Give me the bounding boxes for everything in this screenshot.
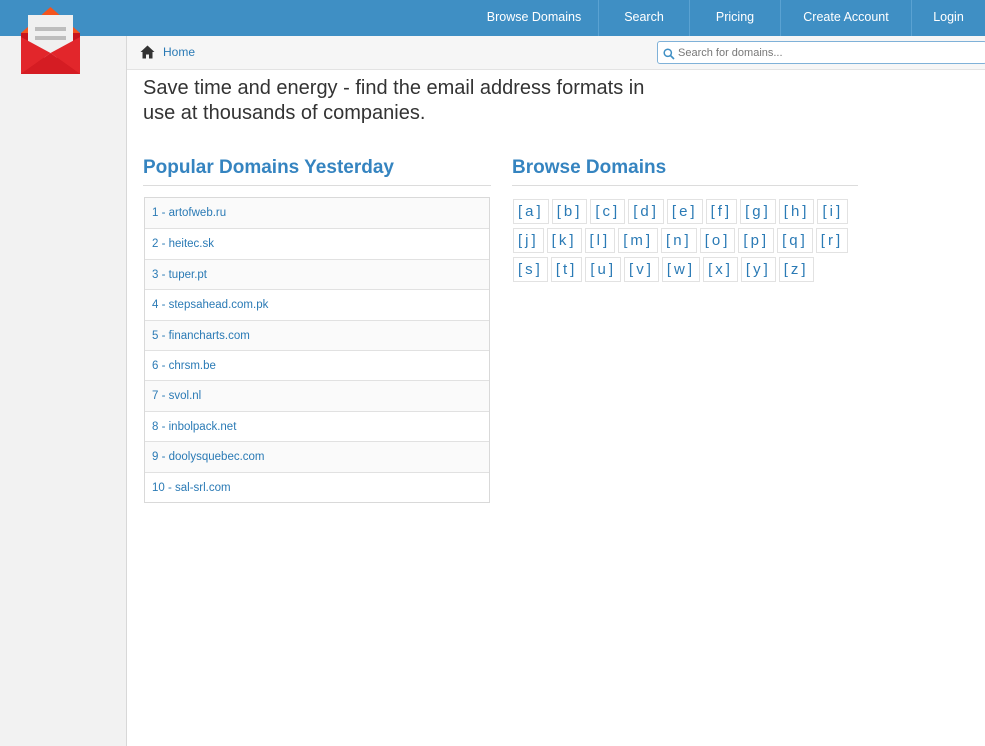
letter-link-c[interactable]: [c] [590,199,626,224]
letter-row: [s] [t] [u] [v] [w] [x] [y] [z] [513,257,853,282]
letter-row: [a] [b] [c] [d] [e] [f] [g] [h] [i] [513,199,853,224]
left-sidebar [0,36,127,746]
popular-domain-link[interactable]: 10 - sal-srl.com [145,471,489,502]
domain-search[interactable] [657,41,985,64]
nav-login[interactable]: Login [911,0,985,36]
letter-link-j[interactable]: [j] [513,228,544,253]
letter-link-q[interactable]: [q] [777,228,813,253]
popular-domain-link[interactable]: 8 - inbolpack.net [145,410,489,442]
page-tagline: Save time and energy - find the email ad… [143,77,645,124]
letter-link-x[interactable]: [x] [703,257,738,282]
popular-domains-heading: Popular Domains Yesterday [143,157,491,186]
letter-link-n[interactable]: [n] [661,228,697,253]
main-nav: Browse Domains Search Pricing Create Acc… [470,0,985,36]
search-input[interactable] [678,43,978,62]
popular-domain-link[interactable]: 5 - financharts.com [145,319,489,350]
nav-search[interactable]: Search [598,0,689,36]
nav-browse-domains[interactable]: Browse Domains [470,0,598,36]
letter-link-m[interactable]: [m] [618,228,659,253]
popular-domain-link[interactable]: 3 - tuper.pt [145,258,489,290]
home-icon[interactable] [140,45,155,59]
letter-link-o[interactable]: [o] [699,228,736,253]
letter-link-e[interactable]: [e] [666,199,703,224]
popular-domain-link[interactable]: 9 - doolysquebec.com [145,441,489,472]
letter-link-y[interactable]: [y] [740,257,776,282]
letter-link-k[interactable]: [k] [546,228,582,253]
letter-link-v[interactable]: [v] [624,257,659,282]
popular-domain-link[interactable]: 4 - stepsahead.com.pk [145,289,489,320]
letter-link-f[interactable]: [f] [705,199,738,224]
letter-link-s[interactable]: [s] [513,257,548,282]
popular-domain-link[interactable]: 1 - artofweb.ru [145,198,489,229]
popular-domains-list: 1 - artofweb.ru 2 - heitec.sk 3 - tuper.… [144,197,490,503]
letter-link-u[interactable]: [u] [585,257,622,282]
browse-domains-heading: Browse Domains [512,157,858,186]
letter-link-z[interactable]: [z] [778,257,814,282]
letter-link-r[interactable]: [r] [815,228,849,253]
top-navigation-bar: Browse Domains Search Pricing Create Acc… [0,0,985,36]
letter-row: [j] [k] [l] [m] [n] [o] [p] [q] [r] [513,228,853,253]
letter-link-i[interactable]: [i] [817,199,849,224]
letter-link-d[interactable]: [d] [628,199,664,224]
letter-link-w[interactable]: [w] [661,257,701,282]
letter-link-p[interactable]: [p] [738,228,775,253]
nav-pricing[interactable]: Pricing [689,0,780,36]
letter-link-l[interactable]: [l] [584,228,616,253]
letter-link-b[interactable]: [b] [551,199,588,224]
breadcrumb: Home [127,36,985,70]
letter-link-g[interactable]: [g] [740,199,776,224]
letter-link-a[interactable]: [a] [513,199,549,224]
popular-domain-link[interactable]: 2 - heitec.sk [145,228,489,259]
search-icon [663,47,675,60]
letter-link-t[interactable]: [t] [550,257,583,282]
popular-domain-link[interactable]: 7 - svol.nl [145,380,489,411]
email-envelope-logo-icon[interactable] [21,7,80,74]
nav-create-account[interactable]: Create Account [780,0,911,36]
letter-index: [a] [b] [c] [d] [e] [f] [g] [h] [i] [j] … [513,199,853,286]
letter-link-h[interactable]: [h] [778,199,815,224]
popular-domain-link[interactable]: 6 - chrsm.be [145,349,489,381]
breadcrumb-home-link[interactable]: Home [163,45,195,59]
